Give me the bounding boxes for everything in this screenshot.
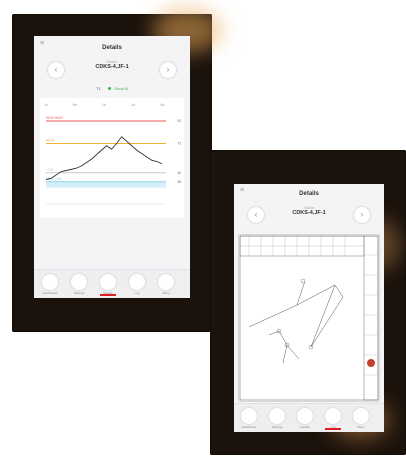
threshold-value: 38	[177, 180, 181, 184]
hamburger-icon[interactable]: ≡	[240, 187, 244, 194]
next-station-button[interactable]: ›	[160, 62, 176, 78]
tab-details[interactable]: Details	[297, 408, 313, 429]
x-tick-label[interactable]: 1h	[102, 103, 106, 107]
threshold-value: 46	[177, 171, 181, 175]
station-nav: ‹ Station CDKS-4,JF-1 ›	[34, 56, 190, 84]
tab-details[interactable]: Details	[100, 274, 116, 295]
status-dot-icon	[107, 87, 111, 90]
left-tabbar: Dashboard Settings Details Log Menu	[34, 269, 190, 298]
x-tick-label[interactable]: 1d	[131, 103, 135, 107]
tab-settings[interactable]: Settings	[269, 408, 285, 429]
hamburger-icon[interactable]: ≡	[40, 40, 44, 47]
page-title: Details	[299, 191, 319, 197]
left-tablet: ≡ Details ‹ Station CDKS-4,JF-1 › T1 Goo…	[12, 8, 222, 332]
trend-chart[interactable]: 1s 5m 1h 1d 1w HIGH HIGH 92 HIGH 72 LOW 46 LOW LOW 3…	[40, 98, 184, 218]
trend-chart-svg: 1s 5m 1h 1d 1wHIGH HIGH92HIGH72LOW46LOW LOW3…	[44, 103, 181, 205]
page-title: Details	[102, 45, 122, 51]
x-tick-label[interactable]: 1s	[44, 103, 48, 107]
threshold-value: 72	[177, 142, 181, 146]
tab-settings[interactable]: Settings	[71, 274, 87, 295]
x-tick-label[interactable]: 5m	[73, 103, 78, 107]
status-row: T1 Good til	[34, 86, 190, 91]
threshold-label: HIGH HIGH	[46, 116, 64, 120]
status-left: T1	[96, 86, 101, 91]
left-screen: ≡ Details ‹ Station CDKS-4,JF-1 › T1 Goo…	[34, 36, 190, 298]
tab-dashboard[interactable]: Dashboard	[241, 408, 257, 429]
threshold-value: 92	[177, 119, 181, 123]
right-tabbar: Dashboard Settings Details Log Menu	[234, 403, 384, 432]
left-header: ≡ Details	[34, 36, 190, 56]
x-tick-label[interactable]: 1w	[160, 103, 165, 107]
low-low-band	[46, 181, 166, 188]
tab-menu[interactable]: Menu	[353, 408, 369, 429]
right-header: ≡ Details	[234, 184, 384, 202]
active-tab-indicator	[325, 428, 341, 430]
engineering-drawing	[239, 235, 379, 401]
tab-log[interactable]: Log	[325, 408, 341, 429]
tab-log[interactable]: Log	[129, 274, 145, 295]
tab-dashboard[interactable]: Dashboard	[42, 274, 58, 295]
station-nav: ‹ Station CDKS-4,JF-1 ›	[234, 202, 384, 228]
threshold-label: LOW	[46, 168, 53, 172]
tab-menu[interactable]: Menu	[158, 274, 174, 295]
threshold-label: HIGH	[46, 139, 55, 143]
active-tab-indicator	[100, 294, 116, 296]
status-right: Good til	[114, 86, 128, 91]
right-tablet: ≡ Details ‹ Station CDKS-4,JF-1 › Dashbo…	[210, 150, 406, 455]
drawing-viewer[interactable]	[238, 234, 380, 402]
right-screen: ≡ Details ‹ Station CDKS-4,JF-1 › Dashbo…	[234, 184, 384, 432]
next-station-button[interactable]: ›	[354, 207, 370, 223]
